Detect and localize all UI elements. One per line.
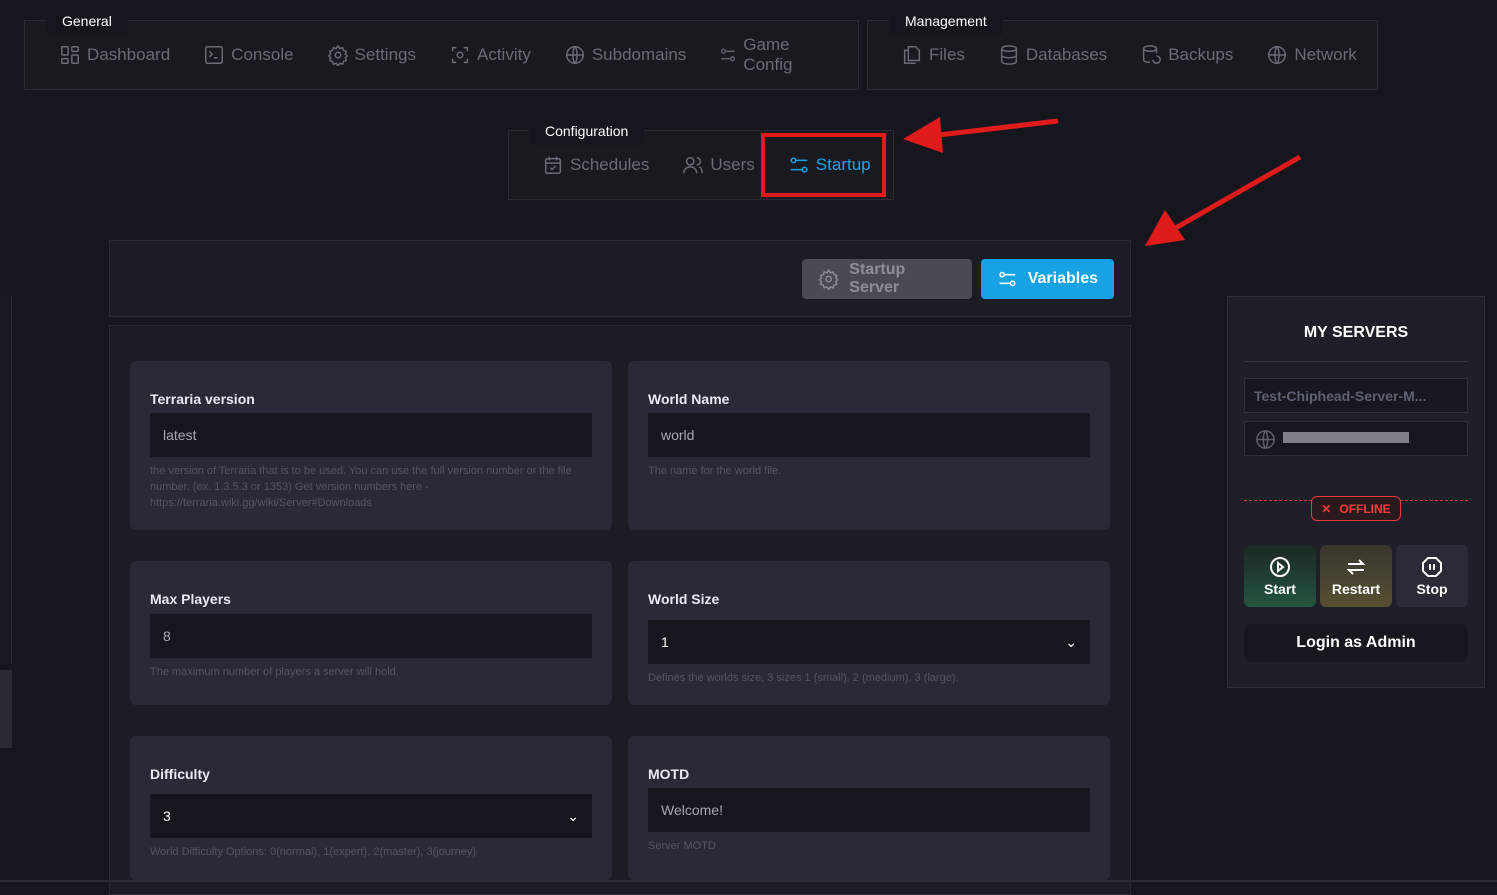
- left-edge-panel: [0, 670, 12, 748]
- variable-description: Defines the worlds size. 3 sizes 1 (smal…: [648, 672, 959, 684]
- my-servers-sidebar: MY SERVERS Test-Chiphead-Server-M... ✕ OF…: [1227, 296, 1485, 688]
- input-value: Welcome!: [661, 802, 723, 818]
- input-value: world: [661, 427, 695, 443]
- variable-card-terraria-version: Terraria version latest the version of T…: [130, 361, 612, 530]
- globe-icon: [1256, 430, 1275, 449]
- variable-label: World Name: [648, 391, 730, 407]
- input-value: 8: [163, 628, 171, 644]
- variable-label: MOTD: [648, 766, 690, 782]
- variable-label: Max Players: [150, 591, 231, 607]
- server-address-field[interactable]: [1244, 421, 1468, 456]
- variable-label: World Size: [648, 591, 720, 607]
- sliders-icon: [999, 271, 1016, 287]
- terraria-version-input[interactable]: latest: [150, 413, 592, 457]
- difficulty-select[interactable]: 3 ⌄: [150, 794, 592, 838]
- restart-label: Restart: [1331, 581, 1381, 597]
- world-name-input[interactable]: world: [648, 413, 1090, 457]
- select-value: 1: [661, 634, 669, 650]
- stop-label: Stop: [1416, 581, 1448, 597]
- server-name-field[interactable]: Test-Chiphead-Server-M...: [1244, 378, 1468, 413]
- variable-card-world-size: World Size 1 ⌄ Defines the worlds size. 3…: [628, 561, 1110, 705]
- chevron-down-icon: ⌄: [567, 807, 579, 824]
- variable-card-world-name: World Name world The name for the world …: [628, 361, 1110, 530]
- variable-description: The name for the world file.: [648, 465, 782, 477]
- login-as-admin-button[interactable]: Login as Admin: [1244, 624, 1468, 662]
- world-size-select[interactable]: 1 ⌄: [648, 620, 1090, 664]
- status-text: OFFLINE: [1339, 501, 1391, 516]
- variable-description: Server MOTD: [648, 840, 716, 852]
- restart-button[interactable]: Restart: [1320, 545, 1392, 607]
- play-icon: [1270, 557, 1290, 577]
- select-value: 3: [163, 808, 171, 824]
- stop-button[interactable]: Stop: [1396, 545, 1468, 607]
- variable-card-motd: MOTD Welcome! Server MOTD: [628, 736, 1110, 880]
- status-badge: ✕ OFFLINE: [1311, 496, 1401, 521]
- motd-input[interactable]: Welcome!: [648, 788, 1090, 832]
- redacted-address: [1283, 432, 1409, 443]
- variables-button[interactable]: Variables: [981, 259, 1114, 299]
- variable-card-difficulty: Difficulty 3 ⌄ World Difficulty Options: …: [130, 736, 612, 880]
- start-button[interactable]: Start: [1244, 545, 1316, 607]
- variables-label: Variables: [1027, 270, 1098, 287]
- startup-toolbar: Startup Server Variables: [109, 240, 1131, 317]
- start-label: Start: [1264, 581, 1296, 597]
- variable-label: Terraria version: [150, 391, 255, 407]
- stop-icon: [1422, 557, 1442, 577]
- startup-server-label: Startup Server: [849, 261, 906, 296]
- gear-icon: [818, 268, 839, 290]
- variable-description: The maximum number of players a server w…: [150, 666, 399, 678]
- variable-description: World Difficulty Options: 0(normal), 1(e…: [150, 846, 477, 858]
- variable-card-max-players: Max Players 8 The maximum number of play…: [130, 561, 612, 705]
- variable-label: Difficulty: [150, 766, 210, 782]
- left-edge-panel: [0, 296, 12, 664]
- restart-icon: [1346, 559, 1366, 575]
- wifi-off-icon: ✕: [1321, 501, 1332, 516]
- startup-server-button[interactable]: Startup Server: [802, 259, 972, 299]
- variable-description: the version of Terraria that is to be us…: [150, 465, 572, 509]
- divider: [1244, 361, 1468, 362]
- max-players-input[interactable]: 8: [150, 614, 592, 658]
- input-value: latest: [163, 427, 197, 443]
- sidebar-title: MY SERVERS: [1303, 324, 1409, 341]
- chevron-down-icon: ⌄: [1065, 633, 1077, 650]
